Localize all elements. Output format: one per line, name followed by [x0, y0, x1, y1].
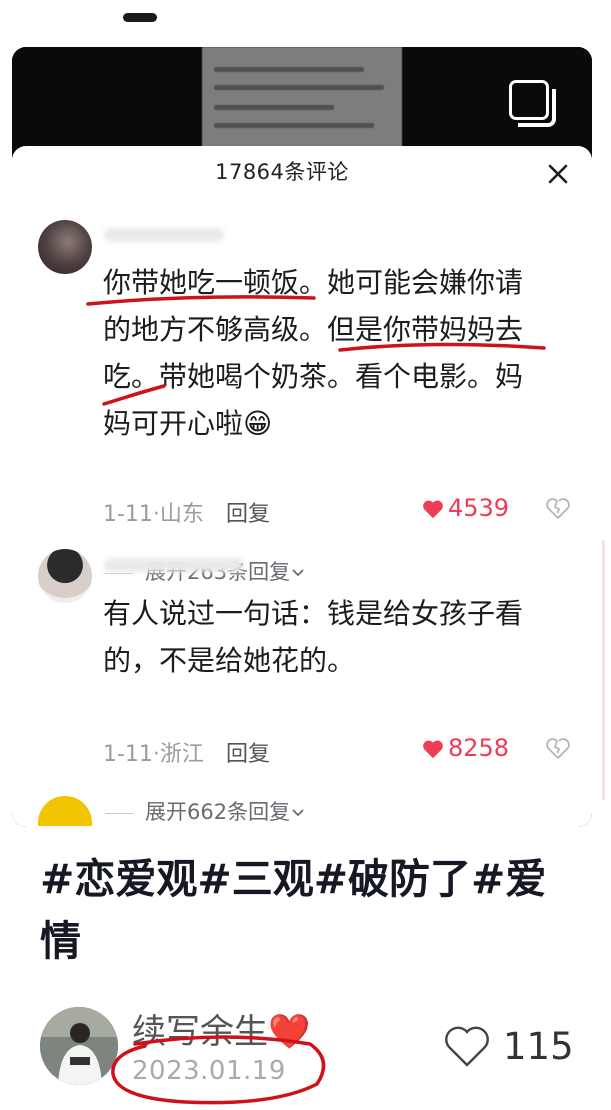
- reply-button[interactable]: 回复: [226, 502, 270, 527]
- like-count: 8258: [448, 734, 510, 762]
- comment-meta: 1-11·山东 回复: [103, 496, 270, 528]
- edge-decoration: [602, 540, 605, 800]
- like-button[interactable]: 8258: [422, 734, 509, 762]
- red-annotation-circle: [111, 1035, 326, 1105]
- comment-count-title: 17864条评论: [215, 160, 349, 184]
- username-blurred: [104, 558, 244, 572]
- avatar[interactable]: [38, 220, 92, 274]
- top-handle: [123, 13, 157, 22]
- comment-meta: 1-11·浙江 回复: [103, 736, 270, 768]
- post-hashtags[interactable]: #恋爱观#三观#破防了#爱 情: [40, 848, 580, 972]
- close-icon[interactable]: [545, 161, 571, 187]
- comment-date-region: 1-11·浙江: [103, 742, 204, 767]
- post-like-count: 115: [503, 1025, 574, 1068]
- avatar[interactable]: [38, 796, 92, 826]
- multi-image-icon[interactable]: [509, 80, 556, 127]
- heart-filled-icon: [423, 500, 443, 519]
- broken-heart-icon[interactable]: [545, 736, 571, 760]
- expand-replies[interactable]: 展开662条回复: [105, 796, 306, 826]
- comment-date-region: 1-11·山东: [103, 502, 204, 527]
- embedded-screenshot: [202, 47, 402, 147]
- broken-heart-icon[interactable]: [545, 496, 571, 520]
- heart-filled-icon: [423, 740, 443, 759]
- reply-button[interactable]: 回复: [226, 742, 270, 767]
- comment-text: 你带她吃一顿饭。她可能会嫌你请 的地方不够高级。但是你带妈妈去 吃。带她喝个奶茶…: [103, 266, 524, 440]
- heart-outline-icon[interactable]: [443, 1024, 491, 1068]
- like-button[interactable]: 4539: [422, 494, 509, 522]
- like-count: 4539: [448, 494, 510, 522]
- comment-sheet: 17864条评论 你带她吃一顿饭。她可能会嫌你请 的地方不够高级。但是你带妈妈去…: [12, 146, 592, 827]
- chevron-down-icon: [292, 569, 304, 577]
- comment-text: 有人说过一句话：钱是给女孩子看 的，不是给她花的。: [103, 597, 524, 677]
- post-image-card[interactable]: 17864条评论 你带她吃一顿饭。她可能会嫌你请 的地方不够高级。但是你带妈妈去…: [12, 47, 592, 827]
- avatar[interactable]: [38, 549, 92, 603]
- username-blurred: [104, 228, 224, 242]
- video-background: [12, 47, 592, 157]
- chevron-down-icon: [292, 809, 304, 817]
